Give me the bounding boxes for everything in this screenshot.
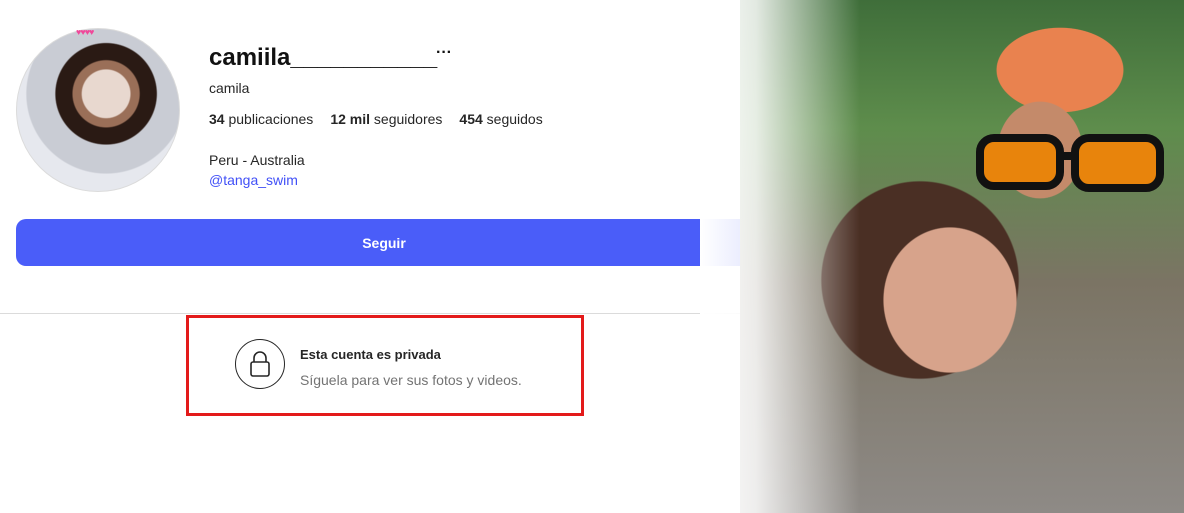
divider (0, 313, 790, 314)
profile-stats: 34 publicaciones 12 mil seguidores 454 s… (209, 111, 543, 127)
sunglasses-graphic (976, 134, 1164, 192)
bio-location: Peru - Australia (209, 152, 305, 168)
more-options-icon[interactable]: ··· (436, 44, 452, 62)
profile-full-name: camila (209, 80, 250, 96)
profile-avatar[interactable] (16, 28, 180, 192)
stat-followers[interactable]: 12 mil seguidores (330, 111, 442, 127)
avatar-hearts-badge: ♥♥♥♥ (76, 27, 94, 37)
photo-fade-overlay (700, 0, 860, 513)
stat-posts: 34 publicaciones (209, 111, 314, 127)
private-account-title: Esta cuenta es privada (300, 347, 441, 362)
profile-username: camiila___________ (209, 44, 438, 71)
stat-following[interactable]: 454 seguidos (459, 111, 542, 127)
follow-button[interactable]: Seguir (16, 219, 752, 266)
bio-link[interactable]: @tanga_swim (209, 172, 298, 188)
lock-icon (235, 339, 285, 389)
private-account-subtitle: Síguela para ver sus fotos y videos. (300, 372, 522, 388)
